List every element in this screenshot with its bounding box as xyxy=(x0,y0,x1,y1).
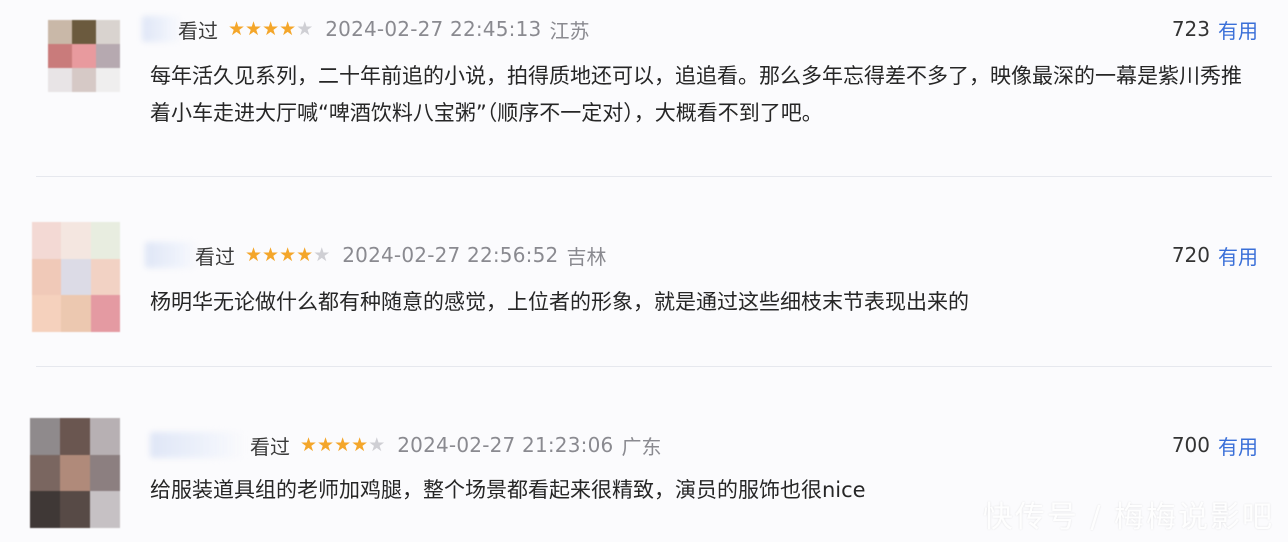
avatar[interactable] xyxy=(48,20,120,92)
review-datetime: 2024-02-27 22:45:13 xyxy=(325,17,542,41)
rating-stars: ★ ★ ★ ★ ★ xyxy=(245,243,331,266)
review-text: 每年活久见系列，二十年前追的小说，拍得质地还可以，追追看。那么多年忘得差不多了，… xyxy=(150,64,1242,125)
divider xyxy=(36,366,1272,367)
useful-count: 723 xyxy=(1171,17,1210,41)
review-region: 吉林 xyxy=(566,244,607,269)
review-datetime: 2024-02-27 22:56:52 xyxy=(342,243,559,267)
watermark: 快传号 / 梅梅说影吧 xyxy=(982,500,1274,535)
useful-button[interactable]: 有用 xyxy=(1218,15,1258,44)
useful-vote[interactable]: 700 有用 xyxy=(1172,430,1258,460)
star-icon: ★ xyxy=(245,243,263,266)
star-icon: ★ xyxy=(279,243,297,266)
divider xyxy=(36,176,1272,177)
avatar[interactable] xyxy=(30,418,120,528)
star-icon: ★ xyxy=(300,433,318,456)
watched-status: 看过 xyxy=(250,434,290,459)
star-icon: ★ xyxy=(262,17,280,40)
star-icon: ★ xyxy=(279,17,297,40)
review-datetime: 2024-02-27 21:23:06 xyxy=(397,433,614,457)
star-icon: ★ xyxy=(317,433,335,456)
review-text: 杨明华无论做什么都有种随意的感觉，上位者的形象，就是通过这些细枝末节表现出来的 xyxy=(150,290,969,314)
username-blurred[interactable] xyxy=(145,242,200,268)
star-empty-icon: ★ xyxy=(313,243,331,266)
username-blurred[interactable] xyxy=(150,432,245,458)
useful-vote[interactable]: 720 有用 xyxy=(1172,240,1258,270)
star-empty-icon: ★ xyxy=(296,17,314,40)
watched-status: 看过 xyxy=(178,18,218,43)
star-icon: ★ xyxy=(245,17,263,40)
review-region: 江苏 xyxy=(549,18,590,43)
rating-stars: ★ ★ ★ ★ ★ xyxy=(300,433,386,456)
star-icon: ★ xyxy=(262,243,280,266)
useful-count: 720 xyxy=(1171,243,1210,267)
useful-button[interactable]: 有用 xyxy=(1218,431,1258,460)
username-blurred[interactable] xyxy=(142,16,182,42)
star-empty-icon: ★ xyxy=(368,433,386,456)
useful-count: 700 xyxy=(1171,433,1210,457)
review-region: 广东 xyxy=(621,434,662,459)
useful-vote[interactable]: 723 有用 xyxy=(1172,14,1258,44)
avatar[interactable] xyxy=(32,222,120,332)
star-icon: ★ xyxy=(228,17,246,40)
useful-button[interactable]: 有用 xyxy=(1218,241,1258,270)
star-icon: ★ xyxy=(351,433,369,456)
star-icon: ★ xyxy=(334,433,352,456)
star-icon: ★ xyxy=(296,243,314,266)
rating-stars: ★ ★ ★ ★ ★ xyxy=(228,17,314,40)
watched-status: 看过 xyxy=(195,244,235,269)
